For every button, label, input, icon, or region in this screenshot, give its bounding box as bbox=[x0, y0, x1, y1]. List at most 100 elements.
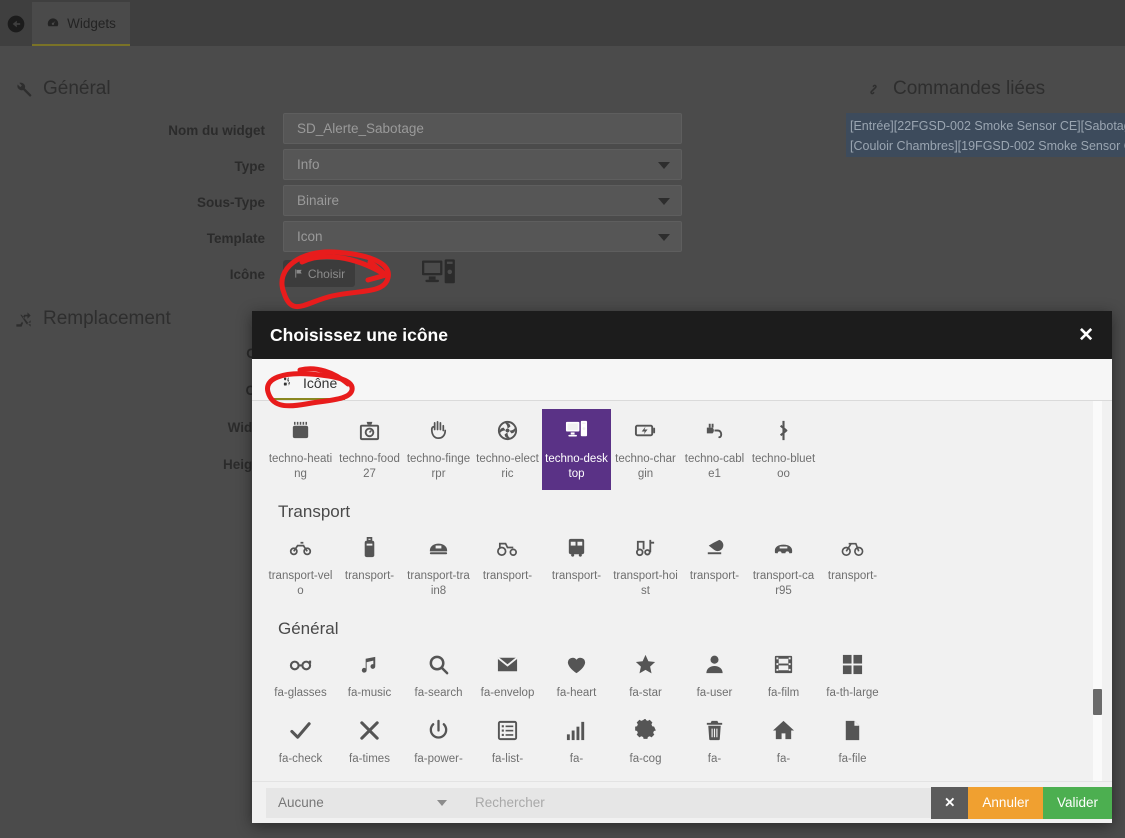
heating-icon bbox=[268, 415, 333, 445]
icon-option-transport-[interactable]: transport- bbox=[473, 526, 542, 607]
icon-option-label: fa-th-large bbox=[826, 687, 879, 699]
signal-icon bbox=[544, 715, 609, 745]
icon-option-fa-search[interactable]: fa-search bbox=[404, 643, 473, 709]
link-icon bbox=[870, 84, 877, 94]
search-icon bbox=[406, 649, 471, 679]
icon-option-fa-star[interactable]: fa-star bbox=[611, 643, 680, 709]
icon-option-label: fa-film bbox=[767, 687, 800, 699]
icon-option-techno-cable1[interactable]: techno-cable1 bbox=[680, 409, 749, 490]
power-icon bbox=[406, 715, 471, 745]
icon-option-fa-glasses[interactable]: fa-glasses bbox=[266, 643, 335, 709]
icon-option-label: transport-hoist bbox=[613, 570, 678, 597]
icon-option-techno-electric[interactable]: techno-electric bbox=[473, 409, 542, 490]
icon-option-fa-sync[interactable]: fa-sync bbox=[611, 775, 680, 781]
icon-option-transport-[interactable]: transport- bbox=[818, 526, 887, 607]
icon-option-fa-play-[interactable]: fa-play- bbox=[542, 775, 611, 781]
choisir-button[interactable]: Choisir bbox=[283, 260, 355, 287]
icon-grid-row: transport-velo transport-transport-train8… bbox=[252, 526, 1112, 607]
search-input[interactable] bbox=[461, 787, 932, 818]
label-nom-du-widget: Nom du widget bbox=[168, 123, 265, 138]
icon-option-label: transport-train8 bbox=[407, 570, 470, 597]
icon-option-fa-film[interactable]: fa-film bbox=[749, 643, 818, 709]
list-item[interactable]: [Couloir Chambres][19FGSD-002 Smoke Sens… bbox=[850, 136, 1125, 156]
icon-option-techno-desktop[interactable]: techno-desktop bbox=[542, 409, 611, 490]
list-icon bbox=[475, 715, 540, 745]
chevron-down-icon bbox=[658, 234, 670, 241]
select-template-value: Icon bbox=[297, 229, 323, 244]
icon-option-fa-check[interactable]: fa-check bbox=[266, 709, 335, 775]
grid-icon bbox=[820, 649, 885, 679]
forklift-icon bbox=[613, 532, 678, 562]
list-item[interactable]: [Entrée][22FGSD-002 Smoke Sensor CE][Sab… bbox=[850, 116, 1125, 136]
icon-option-label: fa-user bbox=[696, 687, 733, 699]
flag-icon bbox=[295, 269, 302, 278]
icon-option-fa-clock[interactable]: fa-clock bbox=[266, 775, 335, 781]
form-row-type: Type Info bbox=[0, 149, 690, 185]
icon-option-fa-power-[interactable]: fa-power- bbox=[404, 709, 473, 775]
cancel-button[interactable]: Annuler bbox=[968, 786, 1043, 819]
icon-option-transport-train8[interactable]: transport-train8 bbox=[404, 526, 473, 607]
icon-option-label: transport- bbox=[689, 570, 740, 582]
icon-option-transport-[interactable]: transport- bbox=[680, 526, 749, 607]
icon-option-techno-fingerpr[interactable]: techno-fingerpr bbox=[404, 409, 473, 490]
icon-option-fa-file[interactable]: fa-file bbox=[818, 709, 887, 775]
category-select[interactable]: Aucune bbox=[266, 787, 461, 818]
train-icon bbox=[406, 532, 471, 562]
icon-option-label: fa- bbox=[707, 753, 722, 765]
icon-option-techno-food27[interactable]: techno-food27 bbox=[335, 409, 404, 490]
icon-option-fa-user[interactable]: fa-user bbox=[680, 643, 749, 709]
section-remplacement-title: Remplacement bbox=[43, 308, 171, 329]
icon-option-label: transport-car95 bbox=[752, 570, 815, 597]
tab-icone[interactable]: Icône bbox=[274, 369, 346, 400]
icon-option-fa-[interactable]: fa- bbox=[404, 775, 473, 781]
category-select-value: Aucune bbox=[278, 794, 324, 810]
icon-option-fa-cog[interactable]: fa-cog bbox=[611, 709, 680, 775]
tab-widgets[interactable]: Widgets bbox=[32, 2, 130, 46]
scale-icon bbox=[337, 415, 402, 445]
icon-option-fa-list-[interactable]: fa-list- bbox=[473, 709, 542, 775]
icon-option-techno-chargin[interactable]: techno-chargin bbox=[611, 409, 680, 490]
icon-option-fa-[interactable]: fa- bbox=[680, 709, 749, 775]
icon-option-fa-inbox[interactable]: fa-inbox bbox=[473, 775, 542, 781]
form-row-template: Template Icon bbox=[0, 221, 690, 257]
back-arrow-icon[interactable] bbox=[4, 12, 28, 36]
icon-grid-scroll-area[interactable]: techno-heating techno-food27 techno-finger… bbox=[252, 401, 1112, 781]
input-nom-du-widget[interactable]: SD_Alerte_Sabotage bbox=[283, 113, 682, 144]
icon-option-fa-[interactable]: fa- bbox=[542, 709, 611, 775]
icon-option-transport-velo[interactable]: transport-velo bbox=[266, 526, 335, 607]
section-remplacement: Remplacement bbox=[14, 308, 171, 330]
icon-option-fa-music[interactable]: fa-music bbox=[335, 643, 404, 709]
commandes-liees-list[interactable]: [Entrée][22FGSD-002 Smoke Sensor CE][Sab… bbox=[846, 113, 1125, 157]
icon-option-label: transport-velo bbox=[268, 570, 333, 597]
icon-option-transport-[interactable]: transport- bbox=[542, 526, 611, 607]
times-icon bbox=[337, 715, 402, 745]
icon-option-fa-[interactable]: fa- bbox=[749, 709, 818, 775]
icon-option-label: fa- bbox=[776, 753, 791, 765]
icon-picker-modal: Choisissez une icône ✕ Icône techno-heat… bbox=[252, 311, 1112, 823]
user-icon bbox=[682, 649, 747, 679]
icon-option-techno-heating[interactable]: techno-heating bbox=[266, 409, 335, 490]
close-icon[interactable]: ✕ bbox=[1078, 326, 1094, 345]
icon-option-fa-th-large[interactable]: fa-th-large bbox=[818, 643, 887, 709]
icon-option-fa-envelop[interactable]: fa-envelop bbox=[473, 643, 542, 709]
icon-option-transport-[interactable]: transport- bbox=[335, 526, 404, 607]
icon-option-transport-hoist[interactable]: transport-hoist bbox=[611, 526, 680, 607]
icon-option-fa-road[interactable]: fa-road bbox=[335, 775, 404, 781]
select-type[interactable]: Info bbox=[283, 149, 682, 180]
icon-option-label: fa-envelop bbox=[480, 687, 535, 699]
icon-option-label: techno-electric bbox=[476, 453, 539, 480]
icon-option-fa-times[interactable]: fa-times bbox=[335, 709, 404, 775]
scrollbar-thumb[interactable] bbox=[1093, 689, 1102, 715]
check-icon bbox=[268, 715, 333, 745]
select-sous-type[interactable]: Binaire bbox=[283, 185, 682, 216]
clear-search-button[interactable]: ✕ bbox=[931, 786, 969, 819]
scrollbar-track[interactable] bbox=[1093, 401, 1102, 781]
battery-charging-icon bbox=[613, 415, 678, 445]
validate-button[interactable]: Valider bbox=[1042, 786, 1112, 819]
icon-option-label: techno-cable1 bbox=[684, 453, 745, 480]
select-template[interactable]: Icon bbox=[283, 221, 682, 252]
icon-option-techno-bluetoo[interactable]: techno-bluetoo bbox=[749, 409, 818, 490]
icon-option-fa-heart[interactable]: fa-heart bbox=[542, 643, 611, 709]
icon-option-label: fa-glasses bbox=[274, 687, 327, 699]
icon-option-transport-car95[interactable]: transport-car95 bbox=[749, 526, 818, 607]
